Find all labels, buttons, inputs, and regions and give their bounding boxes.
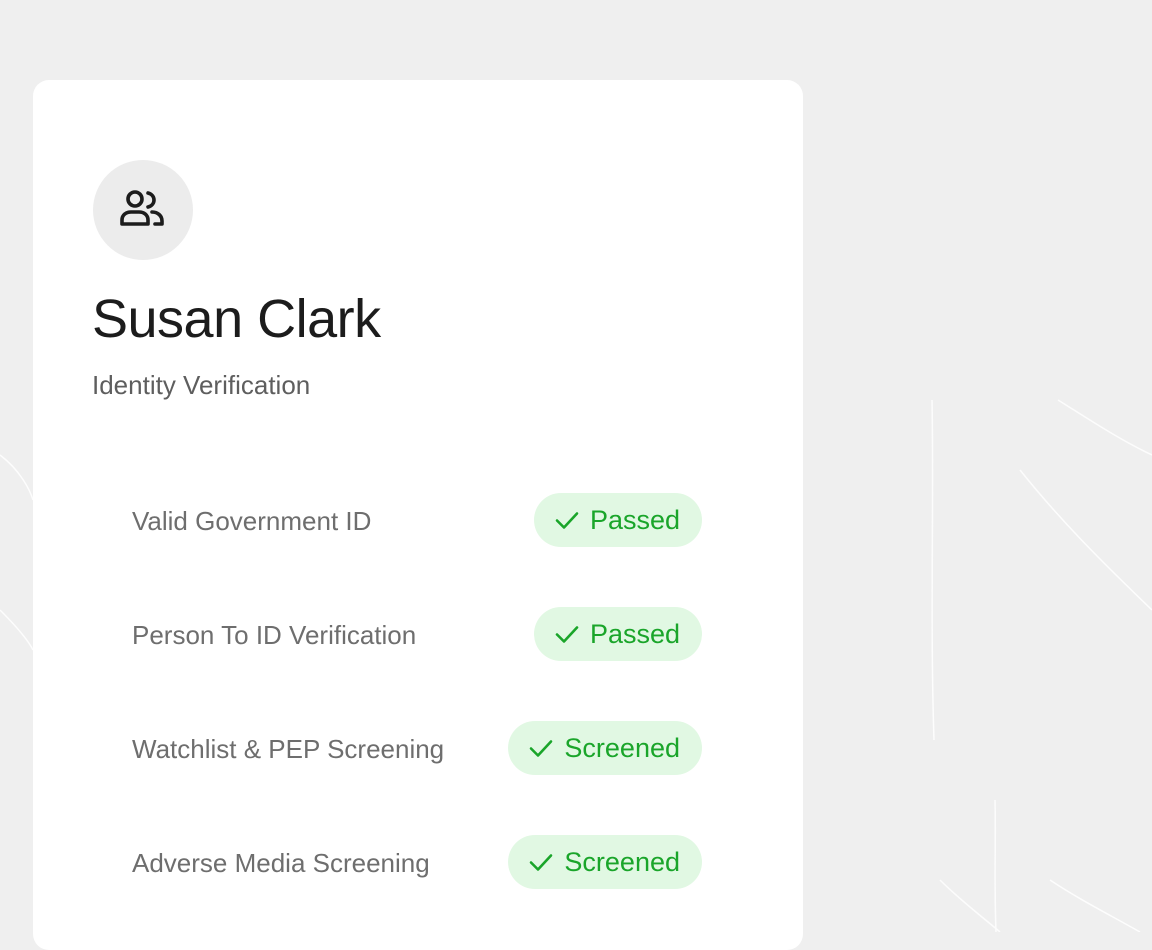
status-text: Passed xyxy=(589,619,680,649)
check-row-government-id: Valid Government ID Passed xyxy=(132,493,702,607)
check-label: Watchlist & PEP Screening xyxy=(132,734,445,764)
status-badge: Screened xyxy=(508,835,702,889)
person-name: Susan Clark xyxy=(92,289,381,349)
check-label: Adverse Media Screening xyxy=(132,848,430,878)
avatar xyxy=(93,160,193,260)
check-label: Valid Government ID xyxy=(132,506,372,536)
verification-check-list: Valid Government ID Passed Person To ID … xyxy=(132,493,702,949)
check-label: Person To ID Verification xyxy=(132,620,417,650)
status-text: Passed xyxy=(589,505,680,535)
status-text: Screened xyxy=(564,847,680,877)
status-badge: Screened xyxy=(508,721,702,775)
verification-subtitle: Identity Verification xyxy=(92,370,311,400)
users-icon xyxy=(120,190,164,226)
status-badge: Passed xyxy=(533,493,702,547)
check-icon xyxy=(530,740,553,757)
status-badge: Passed xyxy=(533,607,702,661)
status-text: Screened xyxy=(564,733,680,763)
check-row-watchlist-pep: Watchlist & PEP Screening Screened xyxy=(132,721,702,835)
check-icon xyxy=(555,512,579,529)
check-row-person-to-id: Person To ID Verification Passed xyxy=(132,607,702,721)
check-icon xyxy=(555,626,579,643)
check-icon xyxy=(530,854,553,871)
verification-card: Susan Clark Identity Verification Valid … xyxy=(33,80,803,950)
